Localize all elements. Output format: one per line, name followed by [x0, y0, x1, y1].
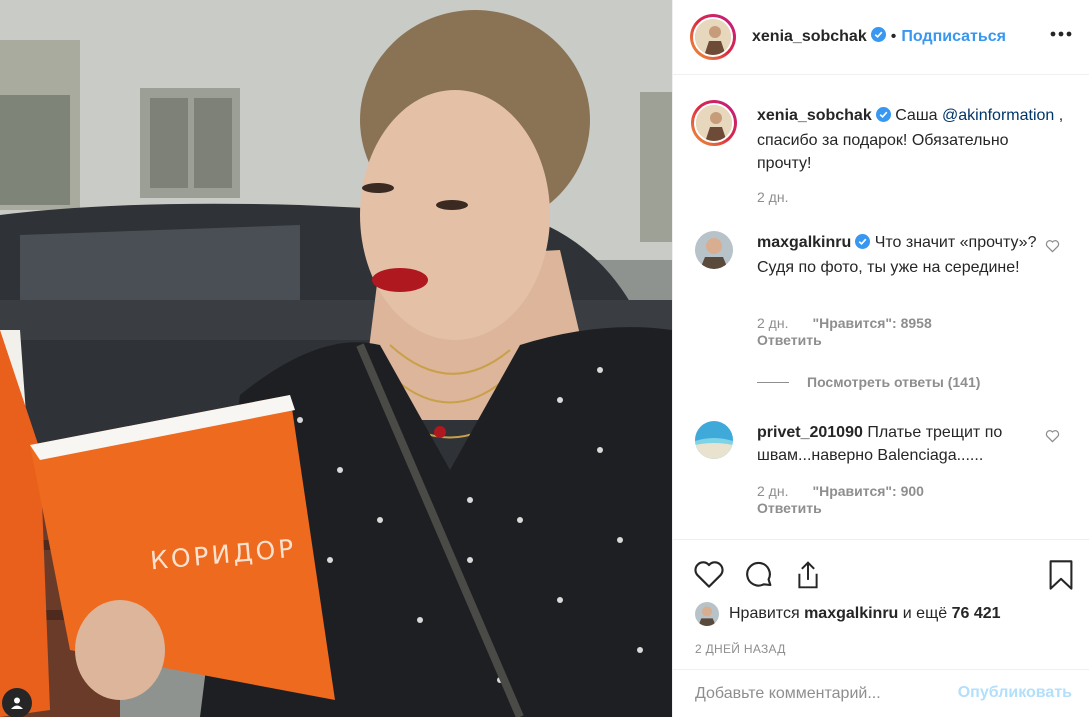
comment-bubble-icon[interactable]: [743, 559, 775, 596]
comment-item: privet_201090 Платье трещит по швам...на…: [695, 421, 1080, 516]
comments-list: xenia_sobchak Саша @akinformation , спас…: [673, 76, 1089, 538]
caption-time[interactable]: 2 дн.: [757, 189, 788, 205]
comment-text: privet_201090 Платье трещит по швам...на…: [757, 421, 1067, 467]
likes-count[interactable]: 76 421: [952, 605, 1001, 623]
comment-reply-button[interactable]: Ответить: [757, 332, 822, 348]
add-comment-input[interactable]: [695, 684, 945, 703]
more-options-icon[interactable]: [1050, 26, 1072, 37]
bookmark-icon[interactable]: [1048, 559, 1074, 596]
post-side-panel: xenia_sobchak • Подписаться xenia_sobcha…: [672, 0, 1089, 717]
comment-likes-count[interactable]: "Нравится": 900: [812, 483, 923, 499]
tagged-user-icon[interactable]: [2, 688, 32, 717]
photo-illustration: [0, 0, 672, 717]
caption-author-username[interactable]: xenia_sobchak: [757, 107, 872, 124]
caption-text: xenia_sobchak Саша @akinformation , спас…: [757, 104, 1067, 175]
replies-divider: [757, 381, 789, 383]
caption-mention-link[interactable]: @akinformation: [942, 107, 1054, 124]
author-username[interactable]: xenia_sobchak: [752, 28, 867, 46]
post-photo[interactable]: [0, 0, 672, 717]
comment-likes-count[interactable]: "Нравится": 8958: [812, 315, 931, 331]
like-heart-icon[interactable]: [693, 559, 725, 594]
comment-like-heart-icon[interactable]: [1045, 239, 1060, 258]
comment-like-heart-icon[interactable]: [1045, 429, 1060, 448]
publish-button[interactable]: Опубликовать: [958, 684, 1072, 702]
author-avatar[interactable]: [690, 14, 736, 60]
comment-author-avatar[interactable]: [695, 231, 733, 269]
separator-dot: •: [890, 28, 897, 45]
comment-author-username[interactable]: maxgalkinru: [757, 234, 851, 251]
comment-text: maxgalkinru Что значит «прочту»? Судя по…: [757, 231, 1067, 279]
comment-author-avatar[interactable]: [695, 421, 733, 459]
follow-button[interactable]: Подписаться: [901, 28, 1006, 46]
likes-summary: Нравится maxgalkinru и ещё 76 421: [695, 602, 1001, 626]
verified-badge-icon: [875, 106, 891, 129]
likes-user-link[interactable]: maxgalkinru: [804, 605, 898, 623]
comment-meta: 2 дн. "Нравится": 8958: [757, 315, 932, 331]
post-actions: Нравится maxgalkinru и ещё 76 421 2 ДНЕЙ…: [673, 539, 1089, 669]
post-header: xenia_sobchak • Подписаться: [673, 0, 1089, 75]
share-icon[interactable]: [793, 559, 823, 596]
comment-time[interactable]: 2 дн.: [757, 315, 788, 331]
comment-time[interactable]: 2 дн.: [757, 483, 788, 499]
comment-reply-button[interactable]: Ответить: [757, 500, 822, 516]
caption-author-avatar[interactable]: [691, 100, 737, 146]
caption-text-start: Саша: [895, 107, 938, 124]
verified-badge-icon: [855, 233, 871, 256]
view-replies-label: Посмотреть ответы (141): [807, 374, 981, 390]
post-time-ago[interactable]: 2 ДНЕЙ НАЗАД: [695, 642, 786, 656]
likes-prefix: Нравится: [729, 605, 800, 622]
view-replies-button[interactable]: Посмотреть ответы (141): [757, 374, 980, 390]
liker-avatar[interactable]: [695, 602, 719, 626]
likes-and: и ещё: [902, 605, 948, 622]
comment-author-username[interactable]: privet_201090: [757, 424, 863, 441]
comment-meta: 2 дн. "Нравится": 900: [757, 483, 924, 499]
comment-item: maxgalkinru Что значит «прочту»? Судя по…: [695, 231, 1080, 348]
add-comment-bar: Опубликовать: [673, 669, 1089, 717]
verified-badge-icon: [870, 27, 886, 47]
